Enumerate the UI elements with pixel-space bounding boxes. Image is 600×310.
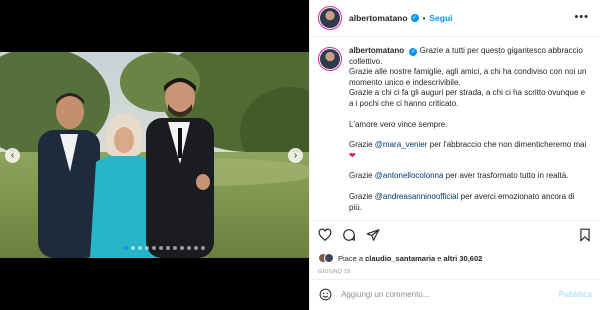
- chevron-right-icon: ›: [293, 149, 298, 161]
- share-icon[interactable]: [366, 228, 380, 242]
- thanks-text: per l'abbraccio che non dimenticheremo m…: [429, 140, 587, 150]
- action-icons: [318, 228, 380, 242]
- emoji-icon[interactable]: [319, 288, 332, 301]
- carousel-dot: [194, 246, 198, 250]
- caption-line: Grazie alle nostre famiglie, agli amici,…: [349, 67, 587, 87]
- caption-username[interactable]: albertomatano: [349, 46, 404, 55]
- post-header: albertomatano ✓ • Segui •••: [310, 0, 600, 37]
- post-media-pane: ‹ ›: [0, 0, 309, 310]
- carousel-dot: [187, 246, 191, 250]
- likes-conjunction: e: [437, 253, 442, 263]
- caption-avatar[interactable]: [318, 47, 342, 71]
- carousel-dot: [201, 246, 205, 250]
- comment-icon[interactable]: [342, 228, 356, 242]
- caption-text: albertomatano ✓ Grazie a tutti per quest…: [349, 46, 587, 220]
- header-username[interactable]: albertomatano: [349, 13, 408, 23]
- mention-link[interactable]: @antonellocolonna: [375, 171, 444, 180]
- chevron-left-icon: ‹: [10, 149, 15, 161]
- comment-input[interactable]: [341, 290, 559, 299]
- follow-button[interactable]: Segui: [429, 13, 452, 23]
- thanks-prefix: Grazie: [349, 191, 373, 201]
- carousel-dot: [180, 246, 184, 250]
- actions-section: Piace a claudio_santamaria e altri 30,60…: [310, 220, 600, 308]
- thanks-text: per aver trasformato tutto in realtà.: [445, 171, 569, 181]
- more-options-icon[interactable]: •••: [574, 11, 589, 23]
- carousel-dot: [152, 246, 156, 250]
- thanks-prefix: Grazie: [349, 140, 373, 150]
- likes-prefix: Piace a: [338, 253, 364, 263]
- carousel-next-button[interactable]: ›: [288, 148, 303, 163]
- avatar[interactable]: [318, 6, 342, 30]
- mention-link[interactable]: @mara_venier: [375, 140, 428, 149]
- verified-badge-icon: ✓: [409, 48, 418, 56]
- mention-link[interactable]: @andreasanninoofficial: [375, 192, 459, 201]
- liker-username[interactable]: claudio_santamaria: [365, 254, 435, 263]
- carousel-dot: [138, 246, 142, 250]
- separator-dot: •: [422, 13, 426, 23]
- thanks-prefix: Grazie: [349, 171, 373, 181]
- post-photo[interactable]: [0, 52, 309, 258]
- caption-section: albertomatano ✓ Grazie a tutti per quest…: [310, 37, 600, 220]
- likes-text: Piace a claudio_santamaria e altri 30,60…: [338, 254, 482, 263]
- caption-line: Grazie a chi ci fa gli auguri per strada…: [349, 88, 586, 108]
- comment-composer: Pubblica: [310, 279, 600, 309]
- carousel-indicator: [124, 246, 205, 250]
- likes-others-count[interactable]: altri 30,602: [444, 254, 483, 263]
- photo-illustration: [0, 52, 309, 258]
- bookmark-icon[interactable]: [578, 228, 592, 242]
- carousel-dot: [131, 246, 135, 250]
- post-date: GIUGNO 15: [318, 269, 351, 275]
- carousel-dot: [124, 246, 128, 250]
- carousel-prev-button[interactable]: ‹: [5, 148, 20, 163]
- caption-line: L'amore vero vince sempre.: [349, 119, 448, 129]
- carousel-dot: [166, 246, 170, 250]
- verified-badge-icon: ✓: [410, 14, 419, 22]
- caption-thanks-3: Grazie @andreasanninoofficial per averci…: [349, 192, 587, 213]
- caption-thanks-2: Grazie @antonellocolonna per aver trasfo…: [349, 171, 587, 182]
- heart-icon[interactable]: [318, 228, 332, 242]
- post-side-pane: albertomatano ✓ • Segui ••• albertomatan…: [309, 0, 600, 310]
- liker-avatar: [324, 253, 334, 263]
- likes-summary: Piace a claudio_santamaria e altri 30,60…: [318, 253, 482, 263]
- publish-button[interactable]: Pubblica: [559, 290, 592, 299]
- carousel-dot: [145, 246, 149, 250]
- carousel-dot: [173, 246, 177, 250]
- carousel-dot: [159, 246, 163, 250]
- heart-emoji-icon: ❤: [349, 150, 356, 160]
- caption-thanks-1: Grazie @mara_venier per l'abbraccio che …: [349, 140, 587, 161]
